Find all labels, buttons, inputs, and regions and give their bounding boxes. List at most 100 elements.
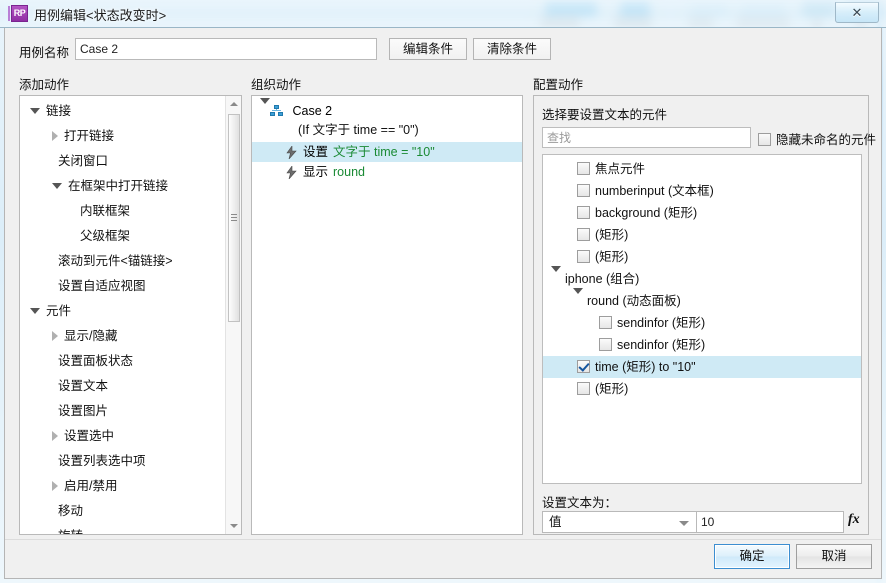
scroll-up-arrow-icon[interactable] (226, 96, 241, 112)
widget-label: 焦点元件 (595, 162, 646, 176)
organize-action-title: 组织动作 (251, 78, 302, 92)
ok-button[interactable]: 确定 (714, 544, 790, 569)
organize-action-tree[interactable]: Case 2 (If 文字于 time == "0") 设置 文字于 time =… (251, 95, 523, 535)
widget-checkbox[interactable] (577, 162, 590, 176)
widget-label: (矩形) (595, 250, 629, 264)
twisty-open-icon[interactable] (260, 98, 270, 118)
widget-list-row[interactable]: numberinput (文本框) (543, 180, 861, 202)
action-tree-item-label: 在框架中打开链接 (68, 179, 169, 193)
action-tree-item-label: 移动 (58, 504, 84, 518)
close-button[interactable]: ✕ (835, 2, 879, 23)
widget-list-row[interactable]: (矩形) (543, 246, 861, 268)
action-tree-item-label: 设置面板状态 (58, 354, 134, 368)
search-input[interactable] (542, 127, 751, 148)
checkbox-box[interactable] (758, 133, 771, 147)
twisty-open-icon[interactable] (30, 107, 40, 114)
widget-checkbox[interactable] (599, 316, 612, 330)
action-tree-item[interactable]: 元件 (20, 299, 225, 324)
action-tree-item[interactable]: 设置文本 (20, 374, 225, 399)
hide-unnamed-checkbox[interactable]: 隐藏未命名的元件 (758, 129, 876, 148)
twisty-open-icon[interactable] (52, 182, 62, 189)
widget-checkbox[interactable] (577, 382, 590, 396)
action-tree-item-label: 打开链接 (64, 129, 115, 143)
cancel-button[interactable]: 取消 (796, 544, 872, 569)
fx-button[interactable]: fx (848, 512, 860, 528)
widget-checkbox[interactable] (577, 250, 590, 264)
widget-checkbox[interactable] (577, 206, 590, 220)
sitemap-icon (270, 105, 283, 117)
action-tree-item[interactable]: 父级框架 (20, 224, 225, 249)
action-tree-item[interactable]: 在框架中打开链接 (20, 174, 225, 199)
action-tree-item[interactable]: 设置图片 (20, 399, 225, 424)
widget-list-row[interactable]: sendinfor (矩形) (543, 312, 861, 334)
widget-list-row[interactable]: (矩形) (543, 378, 861, 400)
chevron-down-icon (679, 521, 689, 526)
case-editor-dialog: RP 用例编辑<状态改变时> ✕ 用例名称 编辑条件 清除条件 添加动作 组织动… (0, 0, 886, 583)
widget-label: time (矩形) to "10" (595, 360, 696, 374)
action-tree-item-label: 设置列表选中项 (58, 454, 146, 468)
widget-list-row[interactable]: (矩形) (543, 224, 861, 246)
action-tree-item-label: 显示/隐藏 (64, 329, 118, 343)
scrollbar-thumb[interactable] (228, 114, 240, 322)
action-tree-item[interactable]: 滚动到元件<锚链接> (20, 249, 225, 274)
widget-list-row[interactable]: sendinfor (矩形) (543, 334, 861, 356)
widget-list-row[interactable]: background (矩形) (543, 202, 861, 224)
widget-checkbox[interactable] (577, 228, 590, 242)
clear-condition-button[interactable]: 清除条件 (473, 38, 551, 60)
twisty-open-icon[interactable] (573, 288, 583, 308)
widget-list-row[interactable]: iphone (组合) (543, 266, 861, 290)
action-tree-item[interactable]: 设置面板状态 (20, 349, 225, 374)
twisty-closed-icon[interactable] (52, 130, 58, 141)
case-condition-text: (If 文字于 time == "0") (298, 123, 419, 137)
action-tree-item[interactable]: 设置列表选中项 (20, 449, 225, 474)
action-tree-item[interactable]: 链接 (20, 99, 225, 124)
set-text-label: 设置文本为： (542, 496, 618, 510)
edit-condition-button[interactable]: 编辑条件 (389, 38, 467, 60)
case-node-row[interactable]: Case 2 (252, 98, 522, 121)
add-action-tree[interactable]: 链接打开链接关闭窗口在框架中打开链接内联框架 父级框架滚动到元件<锚链接> 设置自适… (19, 95, 242, 535)
organize-action-row[interactable]: 显示 round (252, 162, 522, 182)
widget-label: numberinput (文本框) (595, 184, 714, 198)
value-text-input[interactable] (696, 511, 844, 533)
action-tree-item-label: 链接 (46, 104, 72, 118)
widget-list-row[interactable]: 焦点元件 (543, 158, 861, 180)
widget-checkbox[interactable] (577, 360, 590, 374)
lightning-bolt-icon (286, 165, 297, 180)
case-name-input[interactable] (75, 38, 377, 60)
action-tree-item[interactable]: 设置选中 (20, 424, 225, 449)
organize-action-row[interactable]: 设置 文字于 time = "10" (252, 142, 522, 162)
action-tree-item[interactable]: 旋转 (20, 524, 225, 534)
widget-label: background (矩形) (595, 206, 698, 220)
action-tree-item[interactable]: 移动 (20, 499, 225, 524)
action-tree-item[interactable]: 显示/隐藏 (20, 324, 225, 349)
action-tree-item[interactable]: 设置自适应视图 (20, 274, 225, 299)
action-tree-item-label: 旋转 (58, 529, 83, 534)
organize-action-verb: 显示 (303, 165, 329, 179)
action-tree-item-label: 设置选中 (64, 429, 115, 443)
twisty-closed-icon[interactable] (52, 430, 58, 441)
twisty-open-icon[interactable] (30, 307, 40, 314)
widget-checkbox[interactable] (577, 184, 590, 198)
left-tree-scrollbar[interactable] (225, 96, 241, 534)
action-tree-item-label: 启用/禁用 (64, 479, 118, 493)
twisty-closed-icon[interactable] (52, 330, 58, 341)
action-tree-item[interactable]: 内联框架 (20, 199, 225, 224)
widget-label: sendinfor (矩形) (617, 316, 706, 330)
action-tree-item-label: 设置文本 (58, 379, 109, 393)
hide-unnamed-label: 隐藏未命名的元件 (776, 133, 877, 147)
action-tree-item[interactable]: 关闭窗口 (20, 149, 225, 174)
twisty-closed-icon[interactable] (52, 480, 58, 491)
add-action-title: 添加动作 (19, 78, 70, 92)
widget-list[interactable]: 焦点元件 numberinput (文本框) background (矩形) (矩形)… (542, 154, 862, 484)
twisty-open-icon[interactable] (551, 266, 561, 286)
action-tree-item[interactable]: 启用/禁用 (20, 474, 225, 499)
widget-list-row[interactable]: round (动态面板) (543, 288, 861, 312)
value-mode-select[interactable]: 值 (542, 511, 697, 533)
widget-label: sendinfor (矩形) (617, 338, 706, 352)
widget-checkbox[interactable] (599, 338, 612, 352)
action-tree-item-label: 滚动到元件<锚链接> (58, 254, 173, 268)
scroll-down-arrow-icon[interactable] (226, 518, 241, 534)
action-tree-item[interactable]: 打开链接 (20, 124, 225, 149)
widget-list-row[interactable]: time (矩形) to "10" (543, 356, 861, 378)
close-icon: ✕ (851, 5, 863, 20)
